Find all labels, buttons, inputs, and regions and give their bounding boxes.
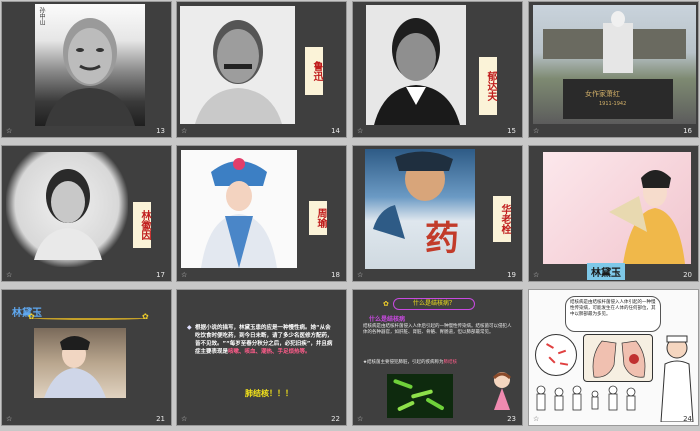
- transition-icon: ☆: [181, 127, 188, 135]
- slide-16[interactable]: 女作家萧红 1911-1942 ☆ 16: [528, 1, 699, 138]
- slide-23[interactable]: 什么是结核病？ ✿ 什么是结核病 结核病是由结核杆菌侵入人体后引起的一种慢性传染…: [352, 289, 523, 426]
- slide-21[interactable]: 林黛玉 ✿ ✿ ☆ 21: [1, 289, 172, 426]
- bacteria-circle: [535, 334, 577, 376]
- flower-icon: ✿: [28, 312, 35, 321]
- slide-22[interactable]: ◆ 根据小说的描写，林黛玉患的应是一种慢性病。她“从会吃饮食时便吃药，到今日未断…: [176, 289, 347, 426]
- film-poster: 药: [365, 149, 475, 269]
- slide-17[interactable]: 林徽因 ☆ 17: [1, 145, 172, 282]
- slide-number: 24: [683, 415, 692, 423]
- bubble-text: 结核病是由结核杆菌侵入人体引起的一种慢性传染病，可能发生在人体的任何部位，其中以…: [570, 300, 656, 317]
- statue-inscription: 女作家萧红: [585, 90, 620, 98]
- subtitle: 什么是结核病: [369, 316, 406, 323]
- painting: [543, 152, 691, 264]
- slide-number: 18: [331, 271, 340, 279]
- flower-icon: ✿: [383, 300, 389, 308]
- slide-footer-text: 肺结核！！！: [245, 389, 293, 398]
- flower-icon: ✿: [142, 312, 149, 321]
- name-label: 周瑜: [309, 201, 327, 235]
- portrait-photo: 孙中山: [35, 4, 145, 126]
- title-banner: 什么是结核病？: [393, 298, 475, 310]
- transition-icon: ☆: [357, 415, 364, 423]
- transition-icon: ☆: [533, 271, 540, 279]
- slide-number: 14: [331, 127, 340, 135]
- bullet-icon: ◆: [187, 324, 192, 331]
- slide-number: 20: [683, 271, 692, 279]
- lungs-illustration: [583, 334, 653, 382]
- name-label: 林黛玉: [587, 263, 625, 280]
- symptom-highlight: 咳嗽、咳血、潮热、手足烦热等。: [228, 349, 311, 355]
- slide-number: 21: [156, 415, 165, 423]
- speech-bubble: 结核病是由结核杆菌侵入人体引起的一种慢性传染病，可能发生在人体的任何部位，其中以…: [565, 296, 661, 332]
- transition-icon: ☆: [533, 127, 540, 135]
- body-text-1: 结核病是由结核杆菌侵入人体后引起的一种慢性传染病。结核菌可以侵犯人体的各种器官，…: [363, 324, 512, 335]
- slide-number: 15: [507, 127, 516, 135]
- slide-18[interactable]: 周瑜 ☆ 18: [176, 145, 347, 282]
- slide-body-text: 根据小说的描写，林黛玉患的应是一种慢性病。她“从会吃饮食时便吃药，到今日未断，请…: [195, 325, 333, 355]
- statue-photo: 女作家萧红 1911-1942: [533, 5, 696, 124]
- bacteria-image: [387, 374, 453, 418]
- film-still: [34, 328, 126, 398]
- doctor-illustration: [657, 334, 697, 423]
- statue-dates: 1911-1942: [599, 101, 627, 107]
- slide-sorter-grid: 孙中山 ☆ 13 鲁迅 ☆ 14 郁达夫 ☆ 15 女作家萧红 1911-194…: [0, 0, 700, 431]
- name-label: 华老栓: [493, 196, 511, 242]
- slide-19[interactable]: 药 华老栓 ☆ 19: [352, 145, 523, 282]
- body-text-2: ★结核菌主要侵犯肺脏，引起的疾病称为肺结核: [363, 360, 458, 365]
- portrait-photo: [6, 152, 128, 267]
- name-label: 郁达夫: [479, 57, 497, 115]
- people-illustration: [533, 384, 653, 422]
- slide-13-caption: 孙中山: [38, 7, 45, 25]
- slide-20[interactable]: 林黛玉 ☆ 20: [528, 145, 699, 282]
- slide-15[interactable]: 郁达夫 ☆ 15: [352, 1, 523, 138]
- portrait-photo: [366, 5, 466, 125]
- slide-number: 16: [683, 127, 692, 135]
- transition-icon: ☆: [181, 415, 188, 423]
- transition-icon: ☆: [357, 271, 364, 279]
- poster-title: 药: [425, 219, 459, 259]
- slide-14[interactable]: 鲁迅 ☆ 14: [176, 1, 347, 138]
- transition-icon: ☆: [6, 415, 13, 423]
- slide-number: 19: [507, 271, 516, 279]
- transition-icon: ☆: [357, 127, 364, 135]
- name-label: 鲁迅: [305, 47, 323, 95]
- slide-number: 22: [331, 415, 340, 423]
- slide-number: 13: [156, 127, 165, 135]
- name-label: 林徽因: [133, 202, 151, 248]
- transition-icon: ☆: [6, 127, 13, 135]
- portrait-photo: [180, 6, 295, 124]
- transition-icon: ☆: [533, 415, 540, 423]
- decorative-divider: [32, 316, 148, 320]
- slide-number: 17: [156, 271, 165, 279]
- slide-number: 23: [507, 415, 516, 423]
- opera-photo: [181, 150, 297, 268]
- transition-icon: ☆: [181, 271, 188, 279]
- transition-icon: ☆: [6, 271, 13, 279]
- slide-13[interactable]: 孙中山 ☆ 13: [1, 1, 172, 138]
- cartoon-girl-image: [489, 370, 515, 414]
- slide-24[interactable]: 结核病是由结核杆菌侵入人体引起的一种慢性传染病，可能发生在人体的任何部位，其中以…: [528, 289, 699, 426]
